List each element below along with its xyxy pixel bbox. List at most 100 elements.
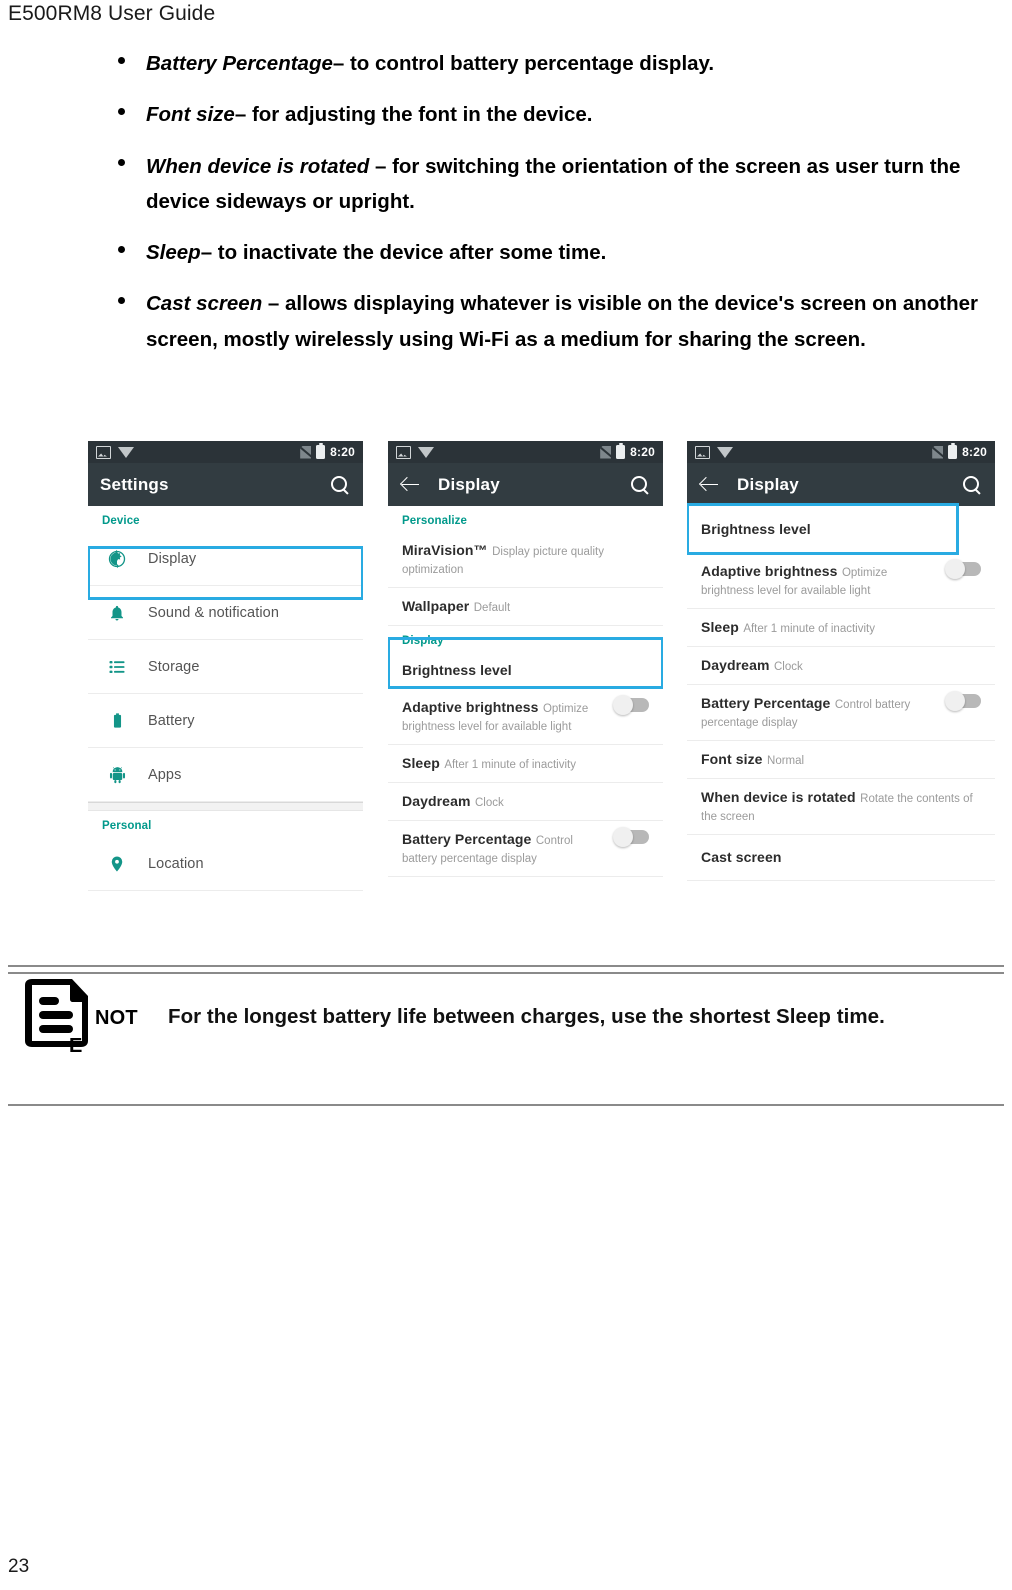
row-subtitle: Default xyxy=(473,602,511,614)
app-bar-title: Display xyxy=(438,474,500,494)
no-sim-icon xyxy=(932,445,944,459)
note-top-rule xyxy=(8,965,1004,974)
battery-icon xyxy=(316,442,326,459)
row-text: Apps xyxy=(148,766,349,784)
row-text: Sound & notification xyxy=(148,604,349,622)
sidebar-item-display[interactable]: Display xyxy=(88,532,363,586)
screenshot-settings: 8:20 Settings Device Display Sound & not… xyxy=(88,441,363,928)
status-bar: 8:20 xyxy=(388,441,663,463)
row-label: Display xyxy=(148,550,197,567)
bullet-dot-icon xyxy=(118,107,125,115)
row-subtitle: Clock xyxy=(474,797,504,809)
screenshot-icon xyxy=(695,445,710,459)
document-header-title: E500RM8 User Guide xyxy=(8,2,216,25)
section-header-personal: Personal xyxy=(102,820,152,832)
row-subtitle: Clock xyxy=(773,661,803,673)
settings-list: Device Display Sound & notification Stor… xyxy=(88,506,363,891)
wifi-icon xyxy=(717,446,733,458)
row-text: When device is rotated Rotate the conten… xyxy=(701,788,981,825)
search-icon[interactable] xyxy=(629,474,651,496)
toggle-battery-percentage[interactable] xyxy=(613,827,649,847)
row-text: Sleep After 1 minute of inactivity xyxy=(701,618,981,637)
section-header-device: Device xyxy=(102,515,140,527)
row-text: MiraVision™ Display picture quality opti… xyxy=(402,541,649,578)
bullet-term: Font size xyxy=(146,103,235,127)
list-item-daydream[interactable]: Daydream Clock xyxy=(687,647,995,685)
toggle-adaptive-brightness[interactable] xyxy=(945,559,981,579)
page-number: 23 xyxy=(8,1556,30,1577)
back-arrow-icon[interactable] xyxy=(400,474,422,496)
bullet-dot-icon xyxy=(118,159,125,167)
row-text: Adaptive brightness Optimize brightness … xyxy=(402,698,603,735)
row-label: Daydream xyxy=(701,657,770,673)
screenshot-icon xyxy=(96,445,111,459)
brightness-icon xyxy=(102,549,132,569)
list-item-battery-percentage[interactable]: Battery Percentage Control battery perce… xyxy=(687,685,995,741)
list-item-daydream[interactable]: Daydream Clock xyxy=(388,783,663,821)
row-label: Wallpaper xyxy=(402,598,470,614)
screenshot-display-bottom: 8:20 Display Brightness level Adaptive b… xyxy=(687,441,995,922)
sidebar-item-location[interactable]: Location xyxy=(88,837,363,891)
status-time: 8:20 xyxy=(962,445,987,459)
row-text: Font size Normal xyxy=(701,750,981,769)
bullet-description: – to inactivate the device after some ti… xyxy=(200,241,607,264)
wifi-icon xyxy=(418,446,434,458)
row-label: Sleep xyxy=(402,755,440,771)
status-bar: 8:20 xyxy=(687,441,995,463)
row-text: Sleep After 1 minute of inactivity xyxy=(402,754,649,773)
status-time: 8:20 xyxy=(630,445,655,459)
battery-icon xyxy=(948,442,958,459)
toggle-battery-percentage[interactable] xyxy=(945,691,981,711)
bullet-description: – for adjusting the font in the device. xyxy=(234,103,593,127)
status-time: 8:20 xyxy=(330,445,355,459)
toggle-adaptive-brightness[interactable] xyxy=(613,695,649,715)
bullet-term: Cast screen xyxy=(146,292,263,316)
sidebar-item-apps[interactable]: Apps xyxy=(88,748,363,802)
screenshot-icon xyxy=(396,445,411,459)
battery-icon xyxy=(102,712,132,729)
row-text: Brightness level xyxy=(402,661,649,680)
row-text: Adaptive brightness Optimize brightness … xyxy=(701,562,935,599)
list-item-sleep[interactable]: Sleep After 1 minute of inactivity xyxy=(687,609,995,647)
row-text: Storage xyxy=(148,658,349,676)
row-label: Battery Percentage xyxy=(402,831,532,847)
list-item-wallpaper[interactable]: Wallpaper Default xyxy=(388,588,663,626)
list-item-cast-screen[interactable]: Cast screen xyxy=(687,835,995,881)
row-label: Cast screen xyxy=(701,849,782,865)
row-subtitle: After 1 minute of inactivity xyxy=(444,759,576,771)
location-pin-icon xyxy=(102,855,132,873)
list-item-brightness-level[interactable]: Brightness level xyxy=(687,506,995,553)
feature-bullet-list: Battery Percentage– to control battery p… xyxy=(108,46,998,373)
storage-list-icon xyxy=(102,658,132,676)
list-item-battery-percentage[interactable]: Battery Percentage Control battery perce… xyxy=(388,821,663,877)
bullet-term: Battery Percentage xyxy=(146,52,333,75)
bullet-dot-icon xyxy=(118,56,125,64)
list-item-adaptive-brightness[interactable]: Adaptive brightness Optimize brightness … xyxy=(687,553,995,609)
sidebar-item-storage[interactable]: Storage xyxy=(88,640,363,694)
row-label: When device is rotated xyxy=(701,789,856,805)
note-label-line1: NOT xyxy=(95,1007,138,1029)
sidebar-item-sound-notification[interactable]: Sound & notification xyxy=(88,586,363,640)
battery-icon xyxy=(616,442,626,459)
list-item-miravision[interactable]: MiraVision™ Display picture quality opti… xyxy=(388,532,663,588)
row-label: Brightness level xyxy=(701,521,811,537)
row-label: Daydream xyxy=(402,793,471,809)
list-item: Cast screen – allows displaying whatever… xyxy=(108,286,998,357)
sidebar-item-battery[interactable]: Battery xyxy=(88,694,363,748)
back-arrow-icon[interactable] xyxy=(699,474,721,496)
row-text: Cast screen xyxy=(701,848,981,867)
list-item-adaptive-brightness[interactable]: Adaptive brightness Optimize brightness … xyxy=(388,689,663,745)
search-icon[interactable] xyxy=(329,474,351,496)
list-item-brightness-level[interactable]: Brightness level xyxy=(388,652,663,689)
note-label-line2: E xyxy=(69,1035,83,1057)
list-item-font-size[interactable]: Font size Normal xyxy=(687,741,995,779)
status-bar: 8:20 xyxy=(88,441,363,463)
list-item-when-device-is-rotated[interactable]: When device is rotated Rotate the conten… xyxy=(687,779,995,835)
bullet-term: Sleep xyxy=(146,241,201,264)
list-item-sleep[interactable]: Sleep After 1 minute of inactivity xyxy=(388,745,663,783)
app-bar: Display xyxy=(687,463,995,506)
search-icon[interactable] xyxy=(961,474,983,496)
display-settings-list-scrolled: Brightness level Adaptive brightness Opt… xyxy=(687,506,995,881)
row-text: Battery Percentage Control battery perce… xyxy=(402,830,603,867)
row-label: Storage xyxy=(148,658,200,675)
